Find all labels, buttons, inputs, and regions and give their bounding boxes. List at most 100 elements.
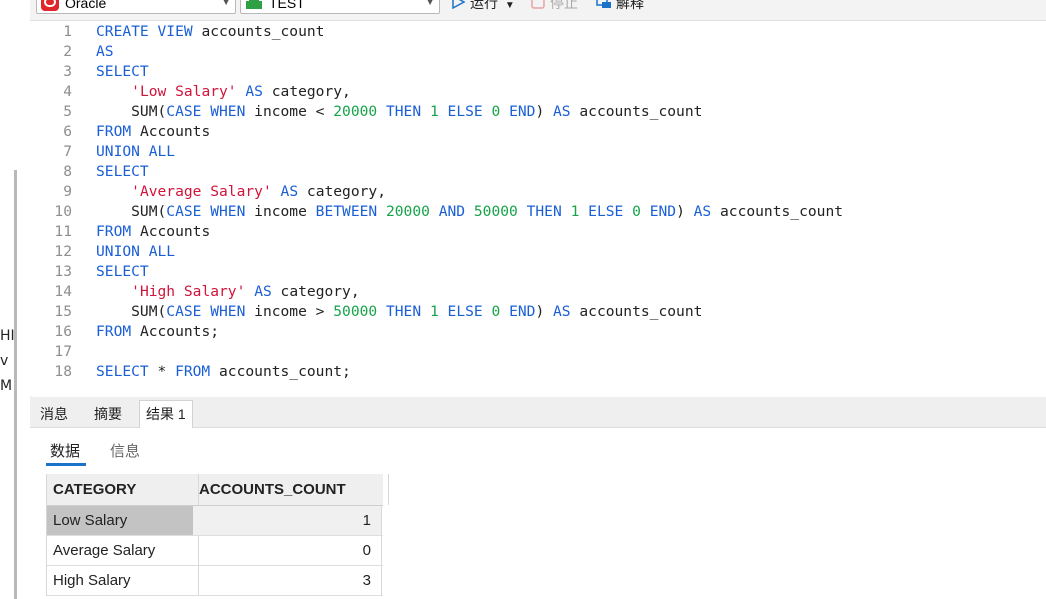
code-token: FROM <box>96 323 132 340</box>
code-text: UNION ALL <box>96 142 175 162</box>
line-number: 6 <box>63 123 72 140</box>
code-token: AS <box>280 183 299 200</box>
code-token: BETWEEN <box>315 203 378 220</box>
cell-accounts-count[interactable]: 1 <box>193 506 382 535</box>
code-token: 'Average Salary' <box>131 183 272 200</box>
line-number: 9 <box>63 183 72 200</box>
line-number: 8 <box>63 163 72 180</box>
tab-messages[interactable]: 消息 <box>38 403 70 427</box>
code-text: SUM(CASE WHEN income > 50000 THEN 1 ELSE… <box>96 302 702 322</box>
cell-category[interactable]: Average Salary <box>47 536 199 565</box>
database-icon <box>245 0 263 11</box>
code-line[interactable]: 8 SELECT <box>30 162 1046 182</box>
code-line[interactable]: 14 'High Salary' AS category, <box>30 282 1046 302</box>
database-select[interactable]: TEST ▼ <box>240 0 440 14</box>
line-number: 3 <box>63 63 72 80</box>
tab-result-1[interactable]: 结果 1 <box>139 400 193 429</box>
table-row[interactable]: Low Salary 1 <box>47 506 383 536</box>
explain-icon <box>596 0 612 15</box>
code-token: Accounts; <box>131 323 220 340</box>
cell-accounts-count[interactable]: 3 <box>193 566 382 595</box>
line-number: 4 <box>63 83 72 100</box>
run-button[interactable]: 运行 ▼ <box>450 0 515 13</box>
code-token: END <box>509 303 536 320</box>
line-number: 11 <box>54 223 72 240</box>
tab-data[interactable]: 数据 <box>50 440 80 461</box>
code-token: FROM <box>175 363 211 380</box>
code-line[interactable]: 7 UNION ALL <box>30 142 1046 162</box>
code-line[interactable]: 2 AS <box>30 42 1046 62</box>
line-number: 1 <box>63 23 72 40</box>
code-token: income > <box>245 303 334 320</box>
line-number: 2 <box>63 43 72 60</box>
table-row[interactable]: Average Salary 0 <box>47 536 383 566</box>
code-token: SELECT <box>96 163 149 180</box>
cell-category[interactable]: Low Salary <box>47 506 199 535</box>
sql-editor[interactable]: 1 CREATE VIEW accounts_count 2 AS 3 SELECT 4 '… <box>30 21 1046 396</box>
column-header-category[interactable]: CATEGORY <box>47 474 199 505</box>
code-line[interactable]: 4 'Low Salary' AS category, <box>30 82 1046 102</box>
code-token: ) <box>535 103 554 120</box>
code-token: AS <box>245 83 263 100</box>
code-text: AS <box>96 42 114 62</box>
code-token: UNION ALL <box>96 243 176 260</box>
grid-header: CATEGORY ACCOUNTS_COUNT <box>47 474 389 506</box>
column-header-accounts-count[interactable]: ACCOUNTS_COUNT <box>193 474 389 505</box>
code-line[interactable]: 1 CREATE VIEW accounts_count <box>30 22 1046 42</box>
tab-summary[interactable]: 摘要 <box>92 403 124 427</box>
code-line[interactable]: 16 FROM Accounts; <box>30 322 1046 342</box>
code-token: SELECT <box>96 263 149 280</box>
connection-value: Oracle <box>65 0 107 11</box>
code-token: THEN <box>385 303 422 320</box>
line-number: 13 <box>54 263 72 280</box>
tab-info[interactable]: 信息 <box>110 440 140 461</box>
code-line[interactable]: 18 SELECT * FROM accounts_count; <box>30 362 1046 382</box>
code-line[interactable]: 13 SELECT <box>30 262 1046 282</box>
code-token: SUM( <box>96 203 167 220</box>
connection-select[interactable]: Oracle ▼ <box>36 0 236 14</box>
code-token: accounts_count <box>192 23 325 40</box>
code-line[interactable]: 3 SELECT <box>30 62 1046 82</box>
chevron-down-icon[interactable]: ▼ <box>505 0 515 11</box>
code-line[interactable]: 9 'Average Salary' AS category, <box>30 182 1046 202</box>
code-line[interactable]: 15 SUM(CASE WHEN income > 50000 THEN 1 E… <box>30 302 1046 322</box>
code-token: AND <box>438 203 466 220</box>
database-value: TEST <box>269 0 305 11</box>
code-token: Accounts <box>131 123 211 140</box>
explain-label: 解释 <box>616 0 644 11</box>
code-text: UNION ALL <box>96 242 175 262</box>
table-row[interactable]: High Salary 3 <box>47 566 383 596</box>
code-line[interactable]: 6 FROM Accounts <box>30 122 1046 142</box>
clipped-text: v <box>0 353 9 369</box>
code-token: CASE WHEN <box>166 103 246 120</box>
explain-button[interactable]: 解释 <box>596 0 644 13</box>
code-token: 'High Salary' <box>131 283 246 300</box>
stop-button[interactable]: 停止 <box>530 0 578 13</box>
cell-category[interactable]: High Salary <box>47 566 199 595</box>
code-line[interactable]: 5 SUM(CASE WHEN income < 20000 THEN 1 EL… <box>30 102 1046 122</box>
code-token: AS <box>96 43 114 60</box>
code-line[interactable]: 17 <box>30 342 1046 362</box>
code-token: SELECT <box>96 63 149 80</box>
code-line[interactable]: 11 FROM Accounts <box>30 222 1046 242</box>
line-number: 12 <box>54 243 72 260</box>
code-text: FROM Accounts <box>96 122 210 142</box>
code-line[interactable]: 10 SUM(CASE WHEN income BETWEEN 20000 AN… <box>30 202 1046 222</box>
code-text: SUM(CASE WHEN income < 20000 THEN 1 ELSE… <box>96 102 702 122</box>
code-token: Accounts <box>131 223 211 240</box>
play-icon <box>450 0 466 15</box>
panel-splitter[interactable] <box>14 170 17 599</box>
code-line[interactable]: 12 UNION ALL <box>30 242 1046 262</box>
cell-accounts-count[interactable]: 0 <box>193 536 382 565</box>
code-text: 'Low Salary' AS category, <box>96 82 351 102</box>
